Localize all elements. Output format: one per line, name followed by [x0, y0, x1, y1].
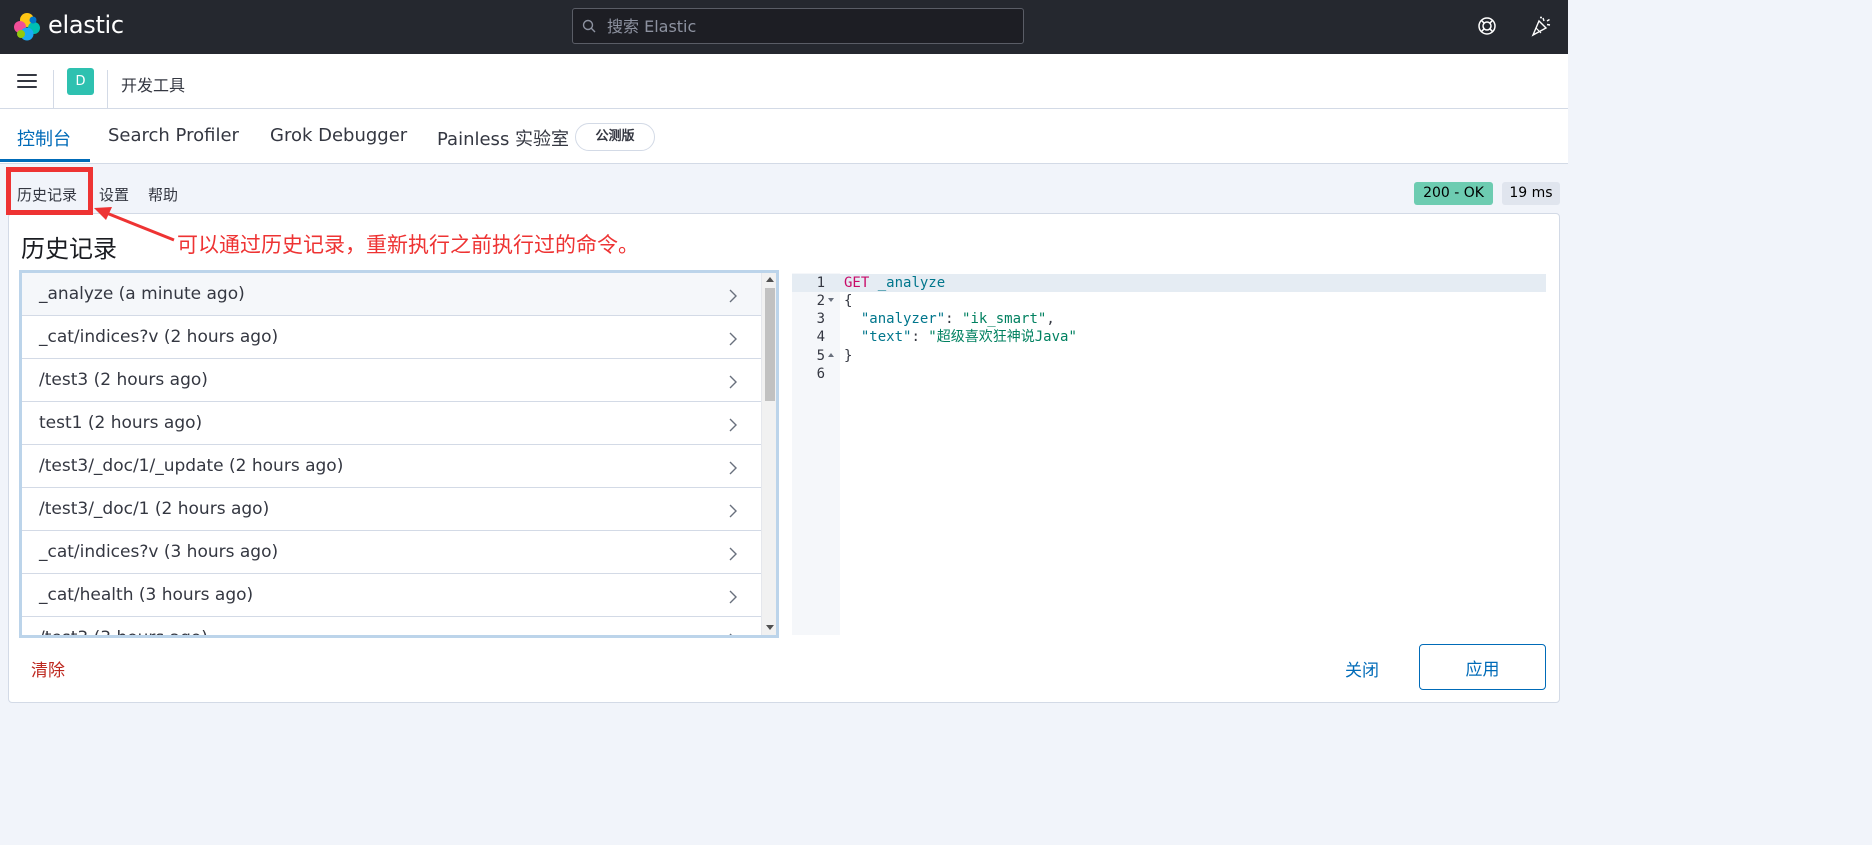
- scroll-up-icon[interactable]: [766, 277, 774, 282]
- code-text: }: [844, 348, 853, 364]
- code-text: {: [844, 293, 853, 309]
- code-line: 1 GET _analyze: [792, 274, 1546, 292]
- json-key: "text": [860, 329, 912, 345]
- history-scrollbar[interactable]: [761, 273, 776, 635]
- json-key: "analyzer": [860, 311, 946, 327]
- line-number: 1: [816, 275, 825, 291]
- header-divider: [53, 70, 54, 108]
- history-item[interactable]: /test3/_doc/1 (2 hours ago): [22, 488, 761, 531]
- breadcrumb[interactable]: 开发工具: [121, 72, 185, 96]
- code-line: 2 {: [792, 292, 1546, 310]
- history-item-label: /test3/_doc/1/_update (2 hours ago): [39, 456, 344, 476]
- history-item[interactable]: /test3/_doc/1/_update (2 hours ago): [22, 445, 761, 488]
- close-button[interactable]: 关闭: [1345, 656, 1379, 681]
- history-item[interactable]: _cat/indices?v (2 hours ago): [22, 316, 761, 359]
- json-value: "ik_smart": [962, 311, 1047, 327]
- app-header: D 开发工具: [0, 54, 1568, 109]
- code-line: 4 "text": "超级喜欢狂神说Java": [792, 328, 1546, 346]
- tab-search-profiler[interactable]: Search Profiler: [108, 125, 239, 146]
- brand-name[interactable]: elastic: [48, 11, 124, 39]
- line-number: 3: [816, 311, 825, 327]
- beta-badge: 公测版: [575, 123, 655, 151]
- chevron-right-icon: [729, 461, 737, 475]
- line-number: 6: [816, 366, 825, 382]
- chevron-right-icon: [729, 504, 737, 518]
- scroll-thumb[interactable]: [765, 288, 775, 401]
- history-item-label: _cat/indices?v (3 hours ago): [39, 542, 279, 562]
- status-badge: 200 - OK: [1414, 182, 1493, 205]
- json-separator: ,: [1046, 311, 1055, 327]
- history-item-label: /test3 (2 hours ago): [39, 370, 208, 390]
- chevron-right-icon: [729, 332, 737, 346]
- code-text: GET _analyze: [844, 274, 945, 292]
- line-number: 5: [816, 348, 825, 364]
- request-preview[interactable]: 1 GET _analyze 2 { 3 "analyzer": "ik_sma…: [792, 273, 1546, 635]
- elastic-logo-icon[interactable]: [12, 12, 42, 42]
- global-search[interactable]: [572, 8, 1024, 44]
- search-icon: [582, 19, 596, 33]
- history-item[interactable]: test1 (2 hours ago): [22, 402, 761, 445]
- request-time-badge: 19 ms: [1502, 182, 1560, 205]
- chevron-right-icon: [729, 633, 732, 635]
- request-path: _analyze: [877, 275, 946, 291]
- code-line: 3 "analyzer": "ik_smart",: [792, 310, 1546, 328]
- code-line: 6: [792, 365, 1546, 383]
- tab-painless-lab[interactable]: Painless 实验室: [437, 125, 569, 151]
- code-text: "analyzer": "ik_smart",: [860, 311, 1055, 327]
- apply-button[interactable]: 应用: [1419, 644, 1546, 690]
- fold-toggle-icon[interactable]: [828, 298, 834, 302]
- chevron-right-icon: [729, 418, 737, 432]
- history-item[interactable]: _analyze (a minute ago): [22, 273, 761, 316]
- search-input[interactable]: [607, 9, 1017, 43]
- devtools-tabs: 控制台 Search Profiler Grok Debugger Painle…: [0, 109, 1568, 164]
- help-lifebuoy-icon[interactable]: [1477, 16, 1497, 36]
- tab-console[interactable]: 控制台: [17, 125, 71, 151]
- chevron-right-icon: [729, 289, 737, 303]
- annotation-text: 可以通过历史记录，重新执行之前执行过的命令。: [177, 233, 639, 257]
- chevron-right-icon: [729, 375, 737, 389]
- http-method: GET: [844, 275, 870, 291]
- annotation-arrow-icon: [94, 207, 175, 242]
- code-line: 5 }: [792, 347, 1546, 365]
- history-item-label: _cat/health (3 hours ago): [39, 585, 254, 605]
- active-tab-indicator: [0, 159, 90, 162]
- history-item-label: test1 (2 hours ago): [39, 413, 203, 433]
- menu-icon[interactable]: [17, 74, 37, 90]
- space-avatar[interactable]: D: [67, 68, 94, 95]
- history-list[interactable]: _analyze (a minute ago) _cat/indices?v (…: [19, 270, 779, 638]
- line-number: 2: [816, 293, 825, 309]
- annotation-highlight-box: [6, 167, 93, 215]
- history-item-label: _cat/indices?v (2 hours ago): [39, 327, 279, 347]
- history-item[interactable]: /test3 (2 hours ago): [22, 359, 761, 402]
- fold-toggle-icon[interactable]: [828, 353, 834, 357]
- header-divider: [107, 70, 108, 108]
- history-item-label: /test3/_doc/1 (2 hours ago): [39, 499, 270, 519]
- history-item[interactable]: _cat/indices?v (3 hours ago): [22, 531, 761, 574]
- history-item[interactable]: /test3 (3 hours ago): [22, 617, 761, 638]
- tab-grok-debugger[interactable]: Grok Debugger: [270, 125, 407, 146]
- scroll-down-icon[interactable]: [766, 625, 774, 630]
- history-item[interactable]: _cat/health (3 hours ago): [22, 574, 761, 617]
- line-number: 4: [816, 329, 825, 345]
- clear-history-button[interactable]: 清除: [31, 656, 65, 681]
- code-text: "text": "超级喜欢狂神说Java": [860, 329, 1077, 345]
- history-item-label: _analyze (a minute ago): [39, 284, 245, 304]
- top-bar: elastic: [0, 0, 1568, 54]
- history-item-label: /test3 (3 hours ago): [39, 628, 208, 638]
- json-value: "超级喜欢狂神说Java": [928, 329, 1077, 345]
- chevron-right-icon: [729, 590, 737, 604]
- chevron-right-icon: [729, 547, 737, 561]
- newsfeed-cheer-icon[interactable]: [1530, 15, 1552, 37]
